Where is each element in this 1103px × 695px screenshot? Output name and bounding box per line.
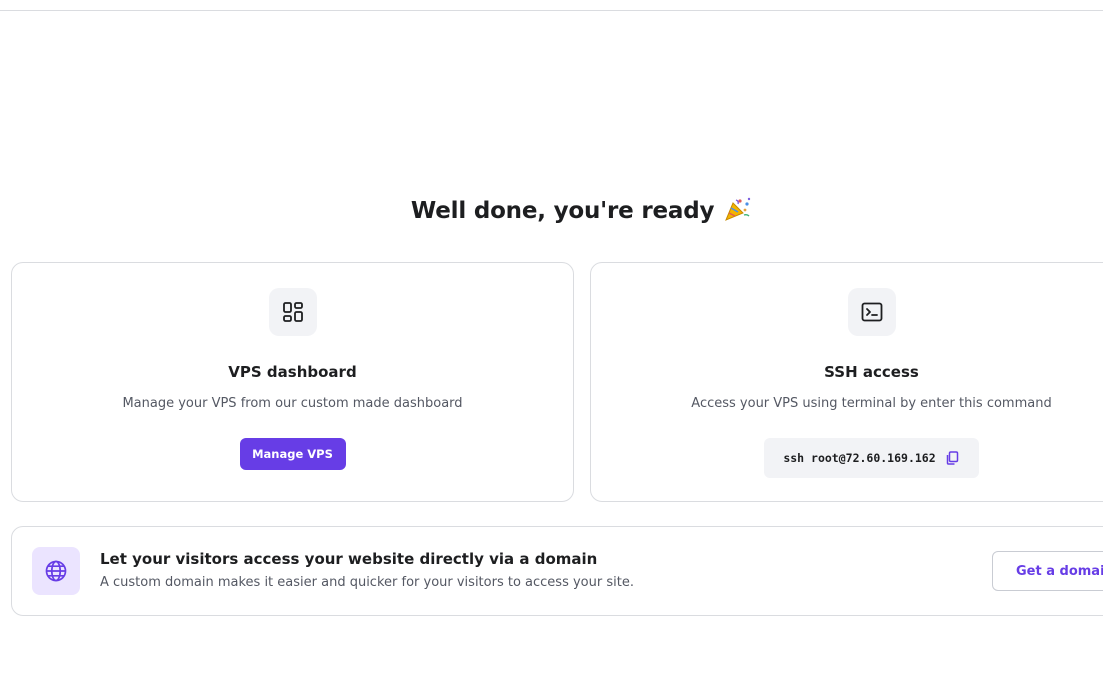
manage-vps-button[interactable]: Manage VPS <box>239 438 346 470</box>
copy-command-button[interactable] <box>944 450 960 466</box>
domain-banner-description: A custom domain makes it easier and quic… <box>100 575 634 590</box>
vps-card-description: Manage your VPS from our custom made das… <box>122 396 463 411</box>
vps-icon-tile <box>268 288 317 336</box>
ssh-icon-tile <box>847 288 896 336</box>
page-title-text: Well done, you're ready <box>410 198 715 224</box>
page-title: Well done, you're ready <box>0 197 1103 224</box>
ssh-card-description: Access your VPS using terminal by enter … <box>691 396 1052 411</box>
copy-icon <box>946 451 958 465</box>
ssh-command-box[interactable]: ssh root@72.60.169.162 <box>764 438 979 478</box>
dashboard-icon <box>282 302 303 322</box>
top-divider <box>0 10 1103 11</box>
ssh-card-title: SSH access <box>824 363 919 381</box>
globe-icon-tile <box>32 547 80 595</box>
get-a-domain-button[interactable]: Get a domain <box>992 551 1103 591</box>
domain-banner: Let your visitors access your website di… <box>11 526 1103 616</box>
vps-dashboard-card: VPS dashboard Manage your VPS from our c… <box>11 262 574 502</box>
vps-card-title: VPS dashboard <box>228 363 357 381</box>
globe-icon <box>45 560 67 582</box>
terminal-icon <box>861 302 882 322</box>
ssh-command-text: ssh root@72.60.169.162 <box>783 451 936 465</box>
ssh-access-card: SSH access Access your VPS using termina… <box>590 262 1103 502</box>
party-popper-icon <box>725 197 751 221</box>
domain-banner-title: Let your visitors access your website di… <box>100 550 598 568</box>
